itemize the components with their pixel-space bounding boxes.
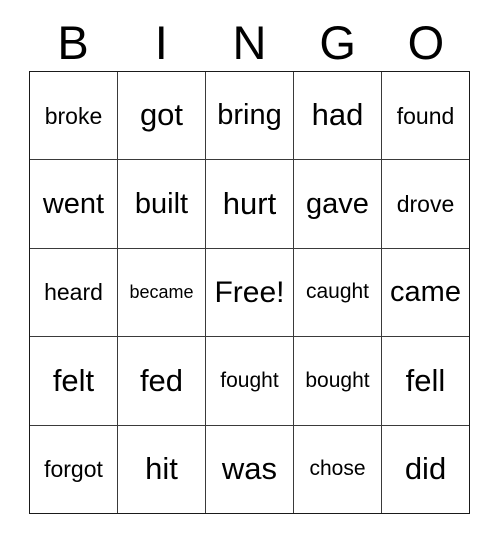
- bingo-cell-label: went: [42, 187, 105, 220]
- bingo-header-letter-o: O: [407, 16, 445, 69]
- bingo-cell[interactable]: had: [294, 72, 382, 160]
- bingo-cell[interactable]: broke: [30, 72, 118, 160]
- bingo-row: went built hurt gave drove: [30, 160, 469, 249]
- bingo-cell[interactable]: built: [118, 160, 206, 248]
- bingo-cell[interactable]: fed: [118, 337, 206, 425]
- bingo-cell-label: fed: [139, 362, 184, 398]
- bingo-header-letter-b: B: [57, 16, 89, 69]
- bingo-cell-label: came: [390, 276, 461, 309]
- bingo-cell[interactable]: did: [382, 425, 469, 514]
- bingo-card: B I N G O broke got bring had found went…: [0, 0, 500, 544]
- bingo-cell[interactable]: heard: [30, 248, 118, 337]
- bingo-cell[interactable]: caught: [294, 248, 382, 337]
- bingo-cell-label: caught: [305, 280, 370, 304]
- bingo-cell-label: got: [139, 97, 184, 133]
- bingo-cell-label: bring: [217, 99, 282, 132]
- bingo-cell-free-space[interactable]: Free!: [206, 248, 294, 337]
- bingo-row: heard became Free! caught came: [30, 248, 469, 338]
- bingo-header-row: B I N G O: [29, 14, 470, 71]
- bingo-cell[interactable]: bought: [294, 337, 382, 425]
- bingo-cell[interactable]: found: [382, 72, 469, 160]
- bingo-cell[interactable]: came: [382, 248, 469, 337]
- bingo-cell-label: built: [134, 187, 189, 220]
- bingo-row: felt fed fought bought fell: [30, 337, 469, 426]
- bingo-header-letter-i: I: [154, 16, 168, 69]
- bingo-grid: broke got bring had found went built hur…: [29, 71, 470, 514]
- bingo-cell-label: became: [129, 282, 194, 303]
- bingo-row: broke got bring had found: [30, 72, 469, 161]
- bingo-free-space-label: Free!: [214, 275, 285, 309]
- bingo-cell[interactable]: forgot: [30, 425, 118, 514]
- bingo-cell-label: bought: [305, 368, 370, 392]
- bingo-cell-label: forgot: [44, 456, 103, 483]
- bingo-cell[interactable]: felt: [30, 337, 118, 425]
- bingo-cell-label: gave: [306, 187, 369, 220]
- bingo-cell-label: fought: [220, 368, 279, 392]
- bingo-cell[interactable]: hurt: [206, 160, 294, 248]
- bingo-cell[interactable]: bring: [206, 72, 294, 160]
- bingo-cell[interactable]: went: [30, 160, 118, 248]
- bingo-cell-label: fell: [405, 362, 446, 398]
- bingo-cell[interactable]: gave: [294, 160, 382, 248]
- bingo-cell-label: heard: [44, 279, 103, 306]
- bingo-header-letter-g: G: [319, 16, 356, 69]
- bingo-cell[interactable]: fell: [382, 337, 469, 425]
- bingo-cell-label: chose: [309, 457, 366, 481]
- bingo-cell-label: drove: [396, 191, 455, 218]
- bingo-cell-label: broke: [44, 102, 103, 129]
- bingo-cell-label: had: [311, 97, 364, 133]
- bingo-cell[interactable]: hit: [118, 425, 206, 514]
- bingo-cell-label: hit: [145, 451, 178, 487]
- bingo-cell-label: hurt: [222, 185, 277, 221]
- bingo-row: forgot hit was chose did: [30, 425, 469, 514]
- bingo-cell-label: was: [221, 451, 278, 487]
- bingo-cell[interactable]: fought: [206, 337, 294, 425]
- bingo-cell[interactable]: chose: [294, 425, 382, 514]
- bingo-cell[interactable]: was: [206, 425, 294, 514]
- bingo-cell[interactable]: got: [118, 72, 206, 160]
- bingo-cell-label: found: [396, 102, 455, 129]
- bingo-header-letter-n: N: [232, 16, 267, 69]
- bingo-cell-label: felt: [52, 362, 95, 398]
- bingo-cell[interactable]: drove: [382, 160, 469, 248]
- bingo-cell-label: did: [404, 451, 447, 487]
- bingo-cell[interactable]: became: [118, 248, 206, 337]
